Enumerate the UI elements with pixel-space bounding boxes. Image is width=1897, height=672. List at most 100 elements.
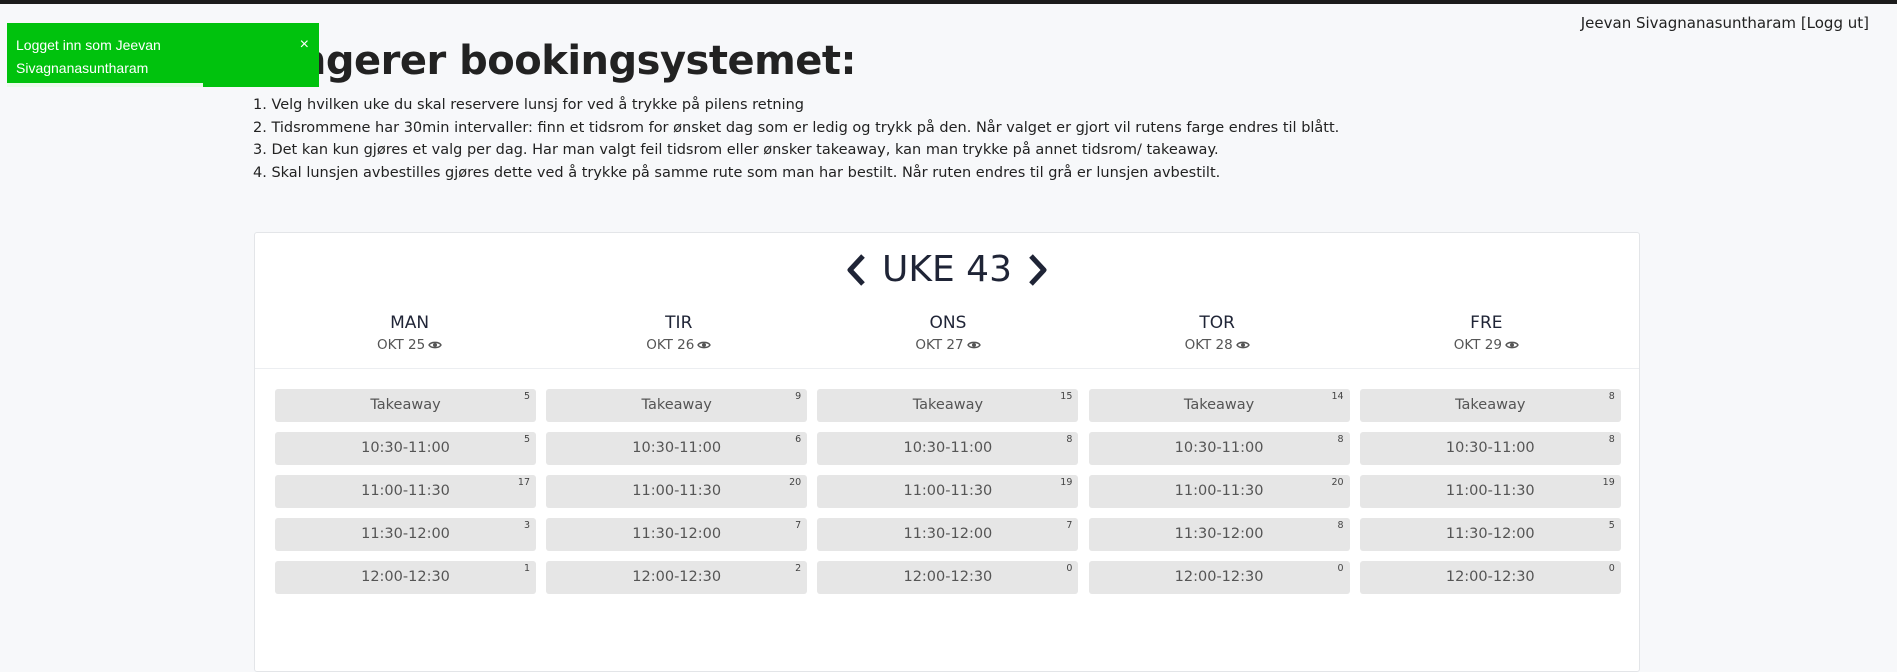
slot-label: 12:00-12:30 bbox=[1174, 569, 1264, 585]
takeaway-slot-button[interactable]: Takeaway 5 bbox=[275, 389, 536, 422]
eye-icon[interactable] bbox=[966, 338, 981, 354]
time-slot-button[interactable]: 11:00-11:30 19 bbox=[1359, 475, 1621, 508]
day-column: Takeaway 9 10:30-11:00 6 11:00-11:30 20 11:30-… bbox=[546, 389, 817, 604]
logout-link[interactable]: [Logg ut] bbox=[1801, 14, 1869, 32]
booking-count: 0 bbox=[1608, 563, 1615, 574]
time-slot-button[interactable]: 11:30-12:00 8 bbox=[1088, 518, 1350, 551]
slot-label: Takeaway bbox=[912, 397, 984, 413]
instruction-step: 4. Skal lunsjen avbestilles gjøres dette… bbox=[253, 165, 1221, 182]
day-date-label: OKT 28 bbox=[1184, 337, 1233, 353]
day-column: Takeaway 15 10:30-11:00 8 11:00-11:30 19 11:30… bbox=[817, 389, 1088, 604]
booking-count: 9 bbox=[795, 391, 802, 402]
time-slot-button[interactable]: 10:30-11:00 8 bbox=[1088, 432, 1350, 465]
day-date-label: OKT 27 bbox=[915, 337, 964, 353]
day-date-label: OKT 26 bbox=[646, 337, 695, 353]
slot-label: 12:00-12:30 bbox=[903, 569, 993, 585]
booking-count: 19 bbox=[1060, 477, 1073, 488]
takeaway-slot-button[interactable]: Takeaway 14 bbox=[1088, 389, 1350, 422]
booking-count: 19 bbox=[1602, 477, 1615, 488]
time-slot-button[interactable]: 12:00-12:30 0 bbox=[1088, 561, 1350, 594]
time-slot-button[interactable]: 10:30-11:00 8 bbox=[817, 432, 1079, 465]
slot-label: 11:00-11:30 bbox=[1445, 483, 1535, 499]
time-slot-button[interactable]: 11:30-12:00 7 bbox=[546, 518, 808, 551]
slot-grid: Takeaway 5 10:30-11:00 5 11:00-11:30 17 11:30-… bbox=[275, 389, 1631, 604]
eye-icon[interactable] bbox=[697, 338, 712, 354]
instruction-step: 1. Velg hvilken uke du skal reservere lu… bbox=[253, 97, 805, 113]
slot-label: 11:30-12:00 bbox=[361, 526, 450, 542]
slot-label: 11:00-11:30 bbox=[361, 483, 450, 499]
time-slot-button[interactable]: 11:00-11:30 20 bbox=[1088, 475, 1350, 508]
page-title: fungerer bookingsystemet: bbox=[253, 38, 857, 84]
slot-label: 10:30-11:00 bbox=[361, 440, 450, 456]
time-slot-button[interactable]: 11:30-12:00 3 bbox=[275, 518, 536, 551]
slot-label: 10:30-11:00 bbox=[903, 440, 993, 456]
day-header: FRE OKT 29 bbox=[1352, 313, 1621, 354]
chevron-left-icon[interactable] bbox=[843, 252, 871, 288]
booking-count: 8 bbox=[1066, 434, 1073, 445]
divider bbox=[255, 368, 1639, 369]
instructions: 1. Velg hvilken uke du skal reservere lu… bbox=[253, 94, 1339, 185]
eye-icon[interactable] bbox=[1235, 338, 1250, 354]
booking-count: 3 bbox=[523, 520, 530, 531]
booking-count: 8 bbox=[1608, 434, 1615, 445]
day-header: MAN OKT 25 bbox=[275, 313, 544, 354]
login-toast: Logget inn som Jeevan Sivagnanasuntharam… bbox=[7, 23, 319, 87]
day-column: Takeaway 8 10:30-11:00 8 11:00-11:30 19 11:30-… bbox=[1359, 389, 1631, 604]
booking-count: 5 bbox=[523, 434, 530, 445]
instruction-step: 3. Det kan kun gjøres et valg per dag. H… bbox=[253, 142, 1219, 159]
time-slot-button[interactable]: 12:00-12:30 2 bbox=[546, 561, 808, 594]
booking-count: 5 bbox=[523, 391, 530, 402]
time-slot-button[interactable]: 10:30-11:00 5 bbox=[275, 432, 536, 465]
slot-label: Takeaway bbox=[1183, 397, 1255, 413]
day-date: OKT 25 bbox=[275, 337, 544, 354]
time-slot-button[interactable]: 12:00-12:30 0 bbox=[1359, 561, 1621, 594]
slot-label: 11:30-12:00 bbox=[1445, 526, 1535, 542]
booking-count: 1 bbox=[523, 563, 530, 574]
time-slot-button[interactable]: 10:30-11:00 6 bbox=[546, 432, 808, 465]
slot-label: 11:00-11:30 bbox=[903, 483, 993, 499]
slot-label: 11:00-11:30 bbox=[1174, 483, 1264, 499]
booking-card: UKE 43 MAN OKT 25 TIR OKT 26 ONS OKT 27 TOR OKT… bbox=[254, 232, 1640, 672]
close-icon[interactable]: × bbox=[300, 33, 309, 56]
day-name: ONS bbox=[929, 313, 967, 333]
takeaway-slot-button[interactable]: Takeaway 8 bbox=[1359, 389, 1621, 422]
booking-count: 14 bbox=[1331, 391, 1344, 402]
slot-label: 12:00-12:30 bbox=[361, 569, 450, 585]
toast-progress-bar bbox=[7, 83, 203, 87]
takeaway-slot-button[interactable]: Takeaway 15 bbox=[817, 389, 1079, 422]
time-slot-button[interactable]: 11:30-12:00 7 bbox=[817, 518, 1079, 551]
user-area: Jeevan Sivagnanasuntharam [Logg ut] bbox=[1581, 14, 1869, 32]
slot-label: 11:30-12:00 bbox=[903, 526, 993, 542]
booking-count: 20 bbox=[1331, 477, 1344, 488]
time-slot-button[interactable]: 11:00-11:30 19 bbox=[817, 475, 1079, 508]
day-column: Takeaway 5 10:30-11:00 5 11:00-11:30 17 11:30-… bbox=[275, 389, 546, 604]
booking-count: 15 bbox=[1060, 391, 1073, 402]
booking-count: 0 bbox=[1337, 563, 1344, 574]
eye-icon[interactable] bbox=[1505, 338, 1519, 354]
slot-label: 10:30-11:00 bbox=[1445, 440, 1535, 456]
time-slot-button[interactable]: 12:00-12:30 1 bbox=[275, 561, 536, 594]
day-headers: MAN OKT 25 TIR OKT 26 ONS OKT 27 TOR OKT 28 FRE O… bbox=[275, 313, 1621, 354]
booking-count: 8 bbox=[1337, 520, 1344, 531]
eye-icon[interactable] bbox=[428, 338, 442, 354]
slot-label: 10:30-11:00 bbox=[1174, 440, 1264, 456]
slot-label: Takeaway bbox=[641, 397, 712, 413]
day-name: MAN bbox=[390, 313, 430, 333]
time-slot-button[interactable]: 10:30-11:00 8 bbox=[1359, 432, 1621, 465]
week-navigation: UKE 43 bbox=[255, 249, 1639, 290]
chevron-right-icon[interactable] bbox=[1023, 252, 1051, 288]
time-slot-button[interactable]: 11:00-11:30 20 bbox=[546, 475, 808, 508]
booking-count: 6 bbox=[795, 434, 802, 445]
day-date: OKT 28 bbox=[1083, 337, 1352, 354]
time-slot-button[interactable]: 11:30-12:00 5 bbox=[1359, 518, 1621, 551]
day-header: TOR OKT 28 bbox=[1083, 313, 1352, 354]
time-slot-button[interactable]: 12:00-12:30 0 bbox=[817, 561, 1079, 594]
booking-count: 7 bbox=[1066, 520, 1073, 531]
day-header: TIR OKT 26 bbox=[544, 313, 813, 354]
slot-label: 12:00-12:30 bbox=[632, 569, 722, 585]
booking-count: 8 bbox=[1337, 434, 1344, 445]
takeaway-slot-button[interactable]: Takeaway 9 bbox=[546, 389, 808, 422]
slot-label: 11:00-11:30 bbox=[632, 483, 722, 499]
time-slot-button[interactable]: 11:00-11:30 17 bbox=[275, 475, 536, 508]
booking-count: 8 bbox=[1608, 391, 1615, 402]
